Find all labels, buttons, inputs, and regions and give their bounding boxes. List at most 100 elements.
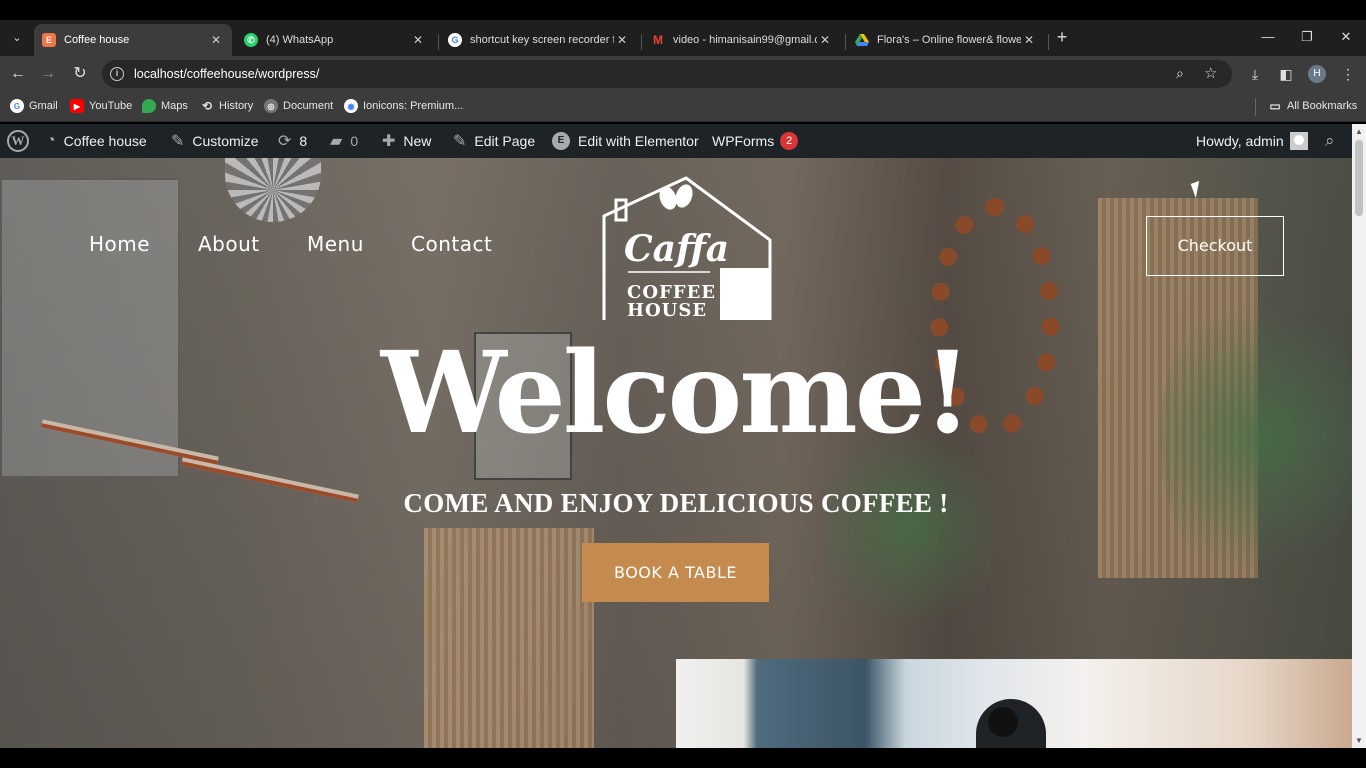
wpforms-label: WPForms (712, 133, 775, 149)
tab-gmail[interactable]: M video - himanisain99@gmail.co ✕ (643, 24, 841, 56)
zoom-icon[interactable]: ⌕ (1176, 65, 1184, 82)
scrollbar-thumb[interactable] (1355, 140, 1363, 216)
wordpress-logo-icon[interactable]: W (7, 130, 29, 152)
restore-icon[interactable]: ❐ (1297, 27, 1317, 47)
close-tab-icon[interactable]: ✕ (1021, 33, 1037, 47)
tab-title: Flora's – Online flower& flower (877, 34, 1021, 46)
ionicons-icon: ◉ (344, 99, 358, 113)
bookmark-gmail[interactable]: G Gmail (10, 99, 58, 113)
admin-elementor[interactable]: E Edit with Elementor (552, 124, 699, 158)
background-plant (1160, 278, 1352, 598)
checkout-button[interactable]: Checkout (1146, 216, 1284, 276)
dashboard-gauge-icon: ◔ (46, 132, 56, 149)
gmail-favicon-icon: M (653, 33, 663, 47)
bookmark-youtube[interactable]: ▶ YouTube (70, 99, 132, 113)
updates-refresh-icon: ⟳ (278, 133, 292, 150)
close-tab-icon[interactable]: ✕ (817, 33, 833, 47)
logo-brand-text: Caffa (624, 228, 730, 270)
bookmark-label: Maps (161, 100, 188, 112)
admin-updates[interactable]: ⟳ 8 (278, 124, 307, 158)
search-icon: ⌕ (1325, 131, 1335, 150)
user-avatar (1289, 132, 1308, 150)
site-info-icon[interactable]: i (110, 67, 124, 81)
nav-home[interactable]: Home (89, 232, 150, 256)
tab-title: (4) WhatsApp (266, 34, 334, 46)
tab-coffee-house[interactable]: E Coffee house ✕ (34, 24, 232, 56)
youtube-icon: ▶ (70, 99, 84, 113)
tab-whatsapp[interactable]: ✆ (4) WhatsApp ✕ (236, 24, 434, 56)
bookmark-star-icon[interactable]: ☆ (1204, 64, 1217, 82)
scroll-down-arrow-icon[interactable]: ▼ (1353, 735, 1365, 747)
customize-label: Customize (192, 133, 259, 149)
brush-icon: ✎ (171, 133, 185, 150)
elementor-favicon-icon: E (42, 33, 56, 47)
maps-pin-icon (142, 99, 156, 113)
close-tab-icon[interactable]: ✕ (614, 33, 630, 47)
site-logo[interactable]: Caffa COFFEE HOUSE (600, 176, 774, 324)
bookmark-document[interactable]: ◎ Document (264, 99, 333, 113)
tab-google-search[interactable]: G shortcut key screen recorder fo ✕ (440, 24, 638, 56)
admin-search[interactable]: ⌕ (1325, 124, 1335, 158)
bookmark-label: Gmail (29, 100, 58, 112)
admin-new[interactable]: ✚ New (382, 124, 431, 158)
nav-menu[interactable]: Menu (307, 232, 364, 256)
close-tab-icon[interactable]: ✕ (208, 33, 224, 47)
admin-account[interactable]: Howdy, admin (1196, 124, 1308, 158)
new-tab-plus-icon[interactable]: + (1052, 27, 1072, 47)
background-shelf (424, 528, 594, 748)
all-bookmarks-label: All Bookmarks (1287, 100, 1358, 112)
pencil-icon: ✎ (453, 133, 467, 150)
tab-strip: ⌄ E Coffee house ✕ ✆ (4) WhatsApp ✕ G sh… (0, 20, 1366, 56)
bookmark-label: Document (283, 100, 334, 112)
nav-about[interactable]: About (198, 232, 260, 256)
book-a-table-button[interactable]: BOOK A TABLE (582, 543, 769, 602)
welcome-heading: Welcome! (380, 328, 972, 459)
admin-edit-page[interactable]: ✎ Edit Page (453, 124, 535, 158)
updates-count: 8 (299, 133, 308, 149)
reload-icon[interactable]: ↻ (70, 64, 90, 84)
all-bookmarks[interactable]: ▭ All Bookmarks (1268, 99, 1357, 113)
bookmark-maps[interactable]: Maps (142, 99, 188, 113)
menu-kebab-icon[interactable]: ⋮ (1338, 64, 1358, 84)
close-window-icon[interactable]: ✕ (1336, 27, 1356, 47)
back-arrow-icon[interactable]: ← (8, 64, 28, 84)
close-tab-icon[interactable]: ✕ (410, 33, 426, 47)
logo-line2: HOUSE (627, 300, 708, 321)
elementor-label: Edit with Elementor (578, 133, 699, 149)
edit-page-label: Edit Page (474, 133, 536, 149)
history-clock-icon: ⟲ (201, 99, 213, 113)
browser-toolbar: ← → ↻ i localhost/coffeehouse/wordpress/… (0, 56, 1366, 92)
admin-site-name[interactable]: ◔ Coffee house (46, 124, 147, 158)
admin-wpforms[interactable]: WPForms 2 (712, 124, 799, 158)
screen-top-border (0, 0, 1366, 20)
side-panel-icon[interactable]: ◧ (1276, 64, 1296, 84)
minimize-icon[interactable]: — (1258, 27, 1278, 47)
url-text[interactable]: localhost/coffeehouse/wordpress/ (134, 67, 319, 81)
profile-avatar[interactable]: H (1308, 65, 1326, 83)
admin-comments[interactable]: ▰ 0 (330, 124, 358, 158)
bookmark-label: YouTube (89, 100, 133, 112)
wp-admin-bar: ◔ Coffee house ✎ Customize ⟳ 8 ▰ 0 ✚ New… (0, 124, 1352, 158)
site-name-label: Coffee house (63, 133, 147, 149)
forward-arrow-icon[interactable]: → (38, 64, 58, 84)
nav-contact[interactable]: Contact (411, 232, 492, 256)
grinder-knob (988, 707, 1018, 737)
page-scrollbar[interactable] (1352, 124, 1366, 748)
bookmark-ionicons[interactable]: ◉ Ionicons: Premium... (344, 99, 463, 113)
admin-customize[interactable]: ✎ Customize (171, 124, 259, 158)
bookmark-history[interactable]: ⟲ History (200, 99, 253, 113)
coffee-grinder-image (676, 659, 1352, 748)
tab-title: Coffee house (64, 34, 130, 46)
bookmarks-bar: G Gmail ▶ YouTube Maps ⟲ History ◎ Docum… (0, 92, 1366, 122)
comments-count: 0 (350, 133, 359, 149)
address-bar[interactable]: i localhost/coffeehouse/wordpress/ ⌕ ☆ (102, 60, 1232, 88)
tab-separator (438, 34, 439, 50)
drive-favicon-icon (855, 33, 869, 47)
tab-separator (1048, 34, 1049, 50)
tab-floras[interactable]: Flora's – Online flower& flower ✕ (847, 24, 1045, 56)
tab-search-button[interactable]: ⌄ (6, 27, 28, 49)
google-icon: G (10, 99, 24, 113)
new-label: New (403, 133, 432, 149)
download-icon[interactable]: ⤓ (1245, 64, 1265, 84)
scroll-up-arrow-icon[interactable]: ▲ (1353, 126, 1365, 138)
